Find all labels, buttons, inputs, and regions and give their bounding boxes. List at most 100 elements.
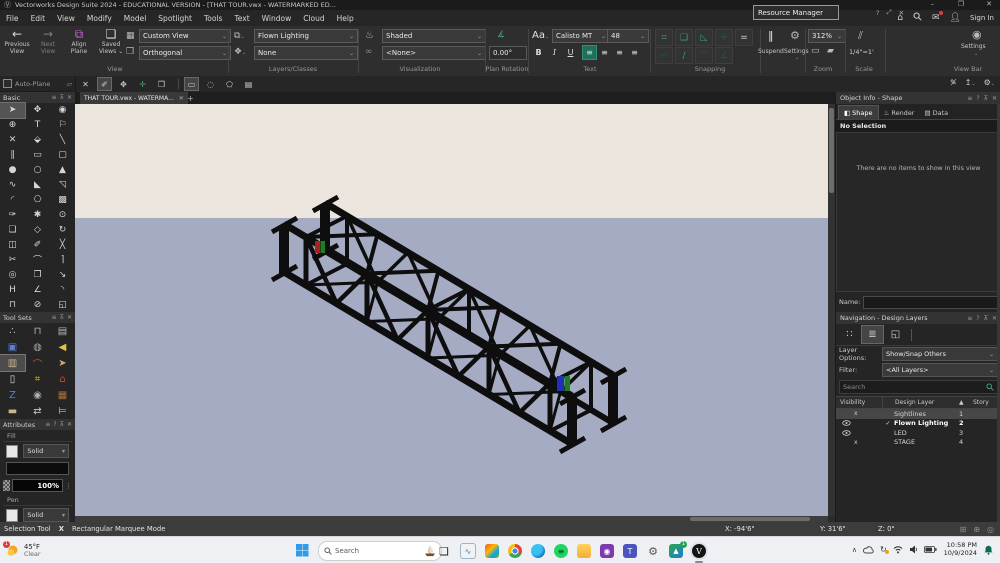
font-dropdown[interactable]: Calisto MT⌄ [552,29,610,43]
layer-row-sightlines[interactable]: x Sightlines 1 [836,409,1000,419]
audio-toolset-icon[interactable]: ◀ [50,339,75,355]
palette-close-icon[interactable]: ✕ [67,314,72,321]
pan-tool[interactable]: ✥ [25,103,50,118]
fillet-tool[interactable]: ⌒ [25,252,50,267]
visibility-x-icon[interactable]: x [854,439,858,446]
suspend-label[interactable]: Suspend [758,48,784,55]
sync-icon[interactable]: ↻ [880,545,887,554]
wifi-icon[interactable] [893,545,903,554]
working-plane-mode-icon[interactable]: ✛ [135,77,150,91]
tray-clock[interactable]: 10:58 PM 10/9/2024 [944,542,977,557]
eyedropper-tool[interactable]: ✑ [0,207,25,222]
polygon-tool[interactable]: ◣ [25,178,50,193]
tray-chevron-up-icon[interactable]: ∧ [852,546,857,554]
snap-to-grid-icon[interactable]: ⌗ [655,29,673,46]
ruler-toolset-icon[interactable]: ▬ [0,403,25,419]
active-layer-dropdown[interactable]: Flown Lighting⌄ [254,29,358,43]
document-settings-gear-icon[interactable]: ⚙⌄ [984,78,995,87]
menu-cloud[interactable]: Cloud [297,10,330,26]
palette-dock-icon[interactable]: ⤢ [886,8,891,17]
tab-design-layers[interactable]: ≣ [862,326,883,343]
fill-color-button[interactable] [6,462,69,475]
basic-palette-header[interactable]: Basic ≡ ⊼ ✕ [0,92,75,103]
mode-x-label[interactable]: X [59,525,64,533]
palette-help-icon[interactable]: ? [53,421,56,428]
font-size-dropdown[interactable]: 48⌄ [607,29,649,43]
palette-close-icon[interactable]: ✕ [899,9,904,17]
view-preset-icon[interactable]: ▦ [126,31,135,41]
menu-spotlight[interactable]: Spotlight [152,10,198,26]
menu-model[interactable]: Model [118,10,153,26]
weather-widget[interactable]: 1 45°F Clear [5,543,40,558]
zoom-level-dropdown[interactable]: 312%⌄ [808,29,846,43]
null-attribute-tool[interactable]: ⊘ [25,297,50,312]
camera-app[interactable]: ◉ [600,544,614,558]
truss-run-toolset-icon[interactable]: ▤ [50,323,75,339]
zoom-in-icon[interactable]: ⊕ [973,525,980,534]
attributes-palette-header[interactable]: Attributes ≡ ? ⊼ ✕ [0,419,75,430]
rectangle-tool[interactable]: ▭ [25,148,50,163]
lasso-marquee-mode-icon[interactable]: ◌ [203,77,218,91]
snap-to-object-icon[interactable]: ❑ [675,29,693,46]
layer-row-stage[interactable]: x STAGE 4 [836,438,1000,448]
layer-table-header[interactable]: Visibility Design Layer ▲ Story [836,396,1000,409]
snap-to-angle-icon[interactable]: ◺ [695,29,713,46]
fit-objects-icon[interactable]: ▭ [811,46,820,56]
layer-row-led[interactable]: LED 3 [836,428,1000,438]
render-style-dropdown[interactable]: <None>⌄ [382,46,486,60]
snap-highlight-mode-icon[interactable]: ✥ [116,77,131,91]
drawing-canvas[interactable] [75,104,828,516]
filter-dropdown[interactable]: <All Layers>⌄ [882,363,998,377]
name-input[interactable] [863,296,998,309]
minimize-button[interactable]: – [925,0,941,8]
new-tab-button[interactable]: + [187,94,194,103]
layer-options-dropdown[interactable]: Show/Snap Others⌄ [882,347,998,361]
visibility-tool[interactable]: ⊙ [50,207,75,222]
rigging-toolset-icon[interactable]: ▥ [0,355,25,371]
text-style-icon[interactable]: Aa⌄ [532,30,549,41]
interactive-scaling-mode-icon[interactable]: ✐ [97,77,112,91]
door-toolset-icon[interactable]: ▯ [0,371,25,387]
annotation-pen-off-icon[interactable]: ✎̸ [950,78,957,87]
menu-window[interactable]: Window [256,10,298,26]
palette-pin-icon[interactable]: ⊼ [60,94,64,101]
palette-close-icon[interactable]: ✕ [67,421,72,428]
menu-help[interactable]: Help [331,10,360,26]
suspend-snapping-icon[interactable]: ‖ [768,29,774,42]
grid-toggle-icon[interactable]: ⊞ [960,525,967,534]
smart-edge-icon[interactable]: ∕ [675,47,693,64]
visibility-eye-icon[interactable] [842,430,851,436]
magnifier-icon[interactable]: ◎ [987,525,994,534]
task-view[interactable]: ❏ [437,544,451,558]
auto-plane-checkbox[interactable] [3,79,12,88]
sign-in-link[interactable]: Sign In [970,14,994,22]
view-dropdown[interactable]: Custom View⌄ [139,29,231,43]
hangers-toolset-icon[interactable]: ⊓ [25,323,50,339]
hardware-toolset-icon[interactable]: ⊨ [50,403,75,419]
section-toolset-icon[interactable]: Z [0,387,25,403]
next-view-button[interactable]: → NextView [34,28,62,55]
scale-ruler-icon[interactable]: ⫽ [858,29,863,43]
vectorworks-app[interactable]: V [692,544,706,558]
mail-icon[interactable]: ✉ [932,13,940,23]
settings-app[interactable]: ⚙ [646,544,660,558]
projection-dropdown[interactable]: Orthogonal⌄ [139,46,231,60]
scenery-toolset-icon[interactable]: ▦ [50,387,75,403]
callout-tool[interactable]: ⚐ [50,118,75,133]
palette-close-icon[interactable]: ✕ [67,94,72,101]
system-monitor[interactable]: ∿ [460,543,476,559]
previous-view-button[interactable]: ← PreviousView [2,28,32,55]
arc-tool[interactable]: ▲ [50,163,75,178]
design-layer-icon[interactable]: ⧉⌄ [234,31,245,41]
italic-button[interactable]: I [547,45,562,60]
taskbar-search[interactable]: Search [318,541,442,561]
document-tab[interactable]: THAT TOUR.vwx - WATERMA... ✕ [80,92,188,104]
dimension-toolset-icon[interactable]: ⇄ [25,403,50,419]
user-icon[interactable]: 👤︎ [950,13,961,23]
chrome[interactable] [508,544,522,558]
corner-tool[interactable]: ◱ [50,297,75,312]
file-explorer[interactable] [577,544,591,558]
attribute-wand-tool[interactable]: ✱ [25,207,50,222]
copilot[interactable] [485,544,499,558]
palette-help-icon[interactable]: ? [976,315,979,322]
